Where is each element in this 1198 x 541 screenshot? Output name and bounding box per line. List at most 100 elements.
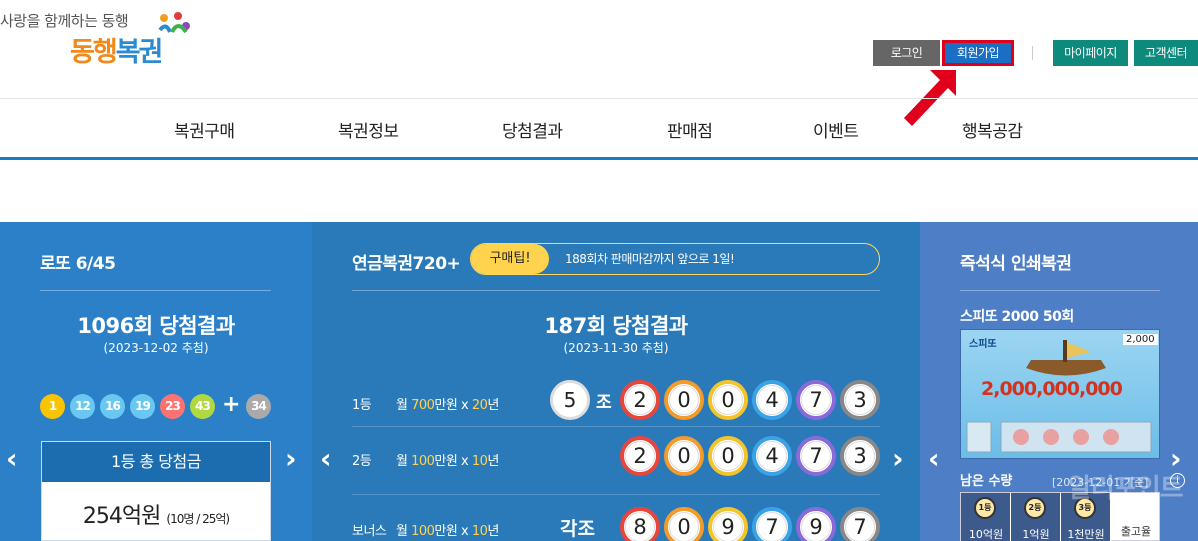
tier-label: 10억원 [968,528,1004,541]
release-rate-label: 출고율 [1120,525,1152,538]
pension-prev-icon[interactable]: ‹ [320,442,332,475]
join-button[interactable]: 회원가입 [942,40,1014,66]
pension-digit-ball: 4 [752,436,792,476]
nav-item-stores[interactable]: 판매점 [667,117,713,142]
pension-digit-ball: 0 [664,436,704,476]
lotto-ball: 1 [40,394,65,419]
tier-label: 1억원 [1022,528,1050,541]
pension-digit-ball: 7 [840,507,880,541]
lotto-ball: 43 [190,394,215,419]
rank1-pre: 월 [396,398,412,413]
rank2-pre: 월 [396,454,412,469]
divider [352,494,880,495]
ticket-jackpot: 2,000,000,000 [981,378,1123,400]
rank1-post: 년 [487,398,499,413]
prize-detail: (10명 / 25억) [166,512,230,526]
pension-digit-ball: 9 [708,507,748,541]
tagline: 사랑을 함께하는 동행 [0,12,129,30]
bonus-pre: 월 [396,524,412,539]
rank1-amt: 700 [411,398,435,413]
bonus-post: 년 [487,524,499,539]
pension-next-icon[interactable]: › [892,442,904,475]
tier-label: 1천만원 [1067,528,1105,541]
ticket-brand: 스피또 [969,339,997,350]
nav-item-info[interactable]: 복권정보 [338,117,399,142]
customer-center-button[interactable]: 고객센터 [1134,40,1198,66]
lotto-ball: 12 [70,394,95,419]
pension-digit-ball: 2 [620,380,660,420]
tier-1: 1등 10억원 [961,493,1011,541]
nav-item-results[interactable]: 당첨결과 [502,117,563,142]
rank2-mid: 만원 x [434,454,472,469]
bonus-years: 10 [471,524,488,539]
logo-mark-icon [158,12,190,34]
rank2-desc: 월 100만원 x 10년 [396,450,499,469]
header: 사랑을 함께하는 동행 동행복권 로그인 회원가입 마이페이지 고객센터 [0,0,1198,126]
pension-digit-ball: 4 [752,380,792,420]
rank1-label: 1등 [352,398,372,413]
scratch-area-icon [966,421,1152,453]
rank2-amt: 100 [411,454,435,469]
watermark: 알리포인트 [1068,474,1184,504]
util-divider [1032,46,1033,60]
scratch-ticket-image[interactable]: 스피또 2,000 2,000,000,000 [960,329,1160,459]
pension-title[interactable]: 연금복권720+ [352,249,461,274]
rank2-years: 10 [471,454,488,469]
lotto-ball: 16 [100,394,125,419]
rank1-jo-ball: 5 [550,380,590,420]
divider [352,426,880,427]
lotto-prev-icon[interactable]: ‹ [6,442,18,475]
lotto-draw-date: (2023-12-02 추첨) [103,341,209,355]
lotto-draw-title: 1096회 당첨결과 [77,314,235,338]
instant-sub-title: 스피또 2000 50회 [960,309,1074,325]
tip-text: 188회차 판매마감까지 앞으로 1일! [565,252,735,266]
pension-digit-ball: 3 [840,380,880,420]
instant-prev-icon[interactable]: ‹ [928,442,940,475]
ticket-price: 2,000 [1123,334,1158,345]
pension-digit-ball: 3 [840,436,880,476]
prize-amount-value: 254억원 [82,504,161,529]
pension-digit-ball: 7 [796,436,836,476]
pension-draw-title: 187회 당첨결과 [544,314,688,338]
pension-digit-ball: 2 [620,436,660,476]
rank2-label: 2등 [352,454,372,469]
rank2-post: 년 [487,454,499,469]
lotto-prize-box: 1등 총 당첨금 254억원 (10명 / 25억) [41,441,271,541]
nav-item-happy[interactable]: 행복공감 [962,117,1023,142]
nav-item-buy[interactable]: 복권구매 [174,117,235,142]
tier-2: 2등 1억원 [1011,493,1061,541]
lotto-next-icon[interactable]: › [285,442,297,475]
pension-digit-ball: 7 [796,380,836,420]
medal-icon: 1등 [974,497,996,519]
instant-title[interactable]: 즉석식 인쇄복권 [960,249,1072,274]
divider [960,290,1160,291]
nav-item-events[interactable]: 이벤트 [813,117,859,142]
remain-label: 남은 수량 [960,474,1013,489]
viking-ship-icon [1026,340,1106,376]
bonus-desc: 월 100만원 x 10년 [396,520,499,539]
pension-digit-ball: 0 [664,507,704,541]
medal-icon: 2등 [1024,497,1046,519]
lotto-ball: 19 [130,394,155,419]
pension-digit-ball: 8 [620,507,660,541]
lotto-panel: 로또 6/45 1096회 당첨결과 (2023-12-02 추첨) 1 12 16… [0,222,312,541]
pension-digit-ball: 0 [708,436,748,476]
bonus-jo-text: 각조 [560,518,595,540]
bonus-ball: 34 [246,394,271,419]
pension-panel: 연금복권720+ 구매팁! 188회차 판매마감까지 앞으로 1일! 187회 … [312,222,920,541]
prize-head: 1등 총 당첨금 [42,442,270,482]
prize-amount: 254억원 (10명 / 25억) [42,498,270,530]
site-logo[interactable]: 동행복권 [70,30,163,69]
bonus-amt: 100 [411,524,435,539]
pension-digit-ball: 0 [708,380,748,420]
tip-label: 구매팁! [471,244,549,274]
bonus-mid: 만원 x [434,524,472,539]
rank1-jo-unit: 조 [596,393,612,413]
pension-draw-date: (2023-11-30 추첨) [563,341,669,355]
lotto-ball: 23 [160,394,185,419]
rank1-desc: 월 700만원 x 20년 [396,394,499,413]
buy-tip[interactable]: 구매팁! 188회차 판매마감까지 앞으로 1일! [470,243,880,275]
login-button[interactable]: 로그인 [873,40,940,66]
lotto-title[interactable]: 로또 6/45 [40,249,116,274]
mypage-button[interactable]: 마이페이지 [1053,40,1128,66]
